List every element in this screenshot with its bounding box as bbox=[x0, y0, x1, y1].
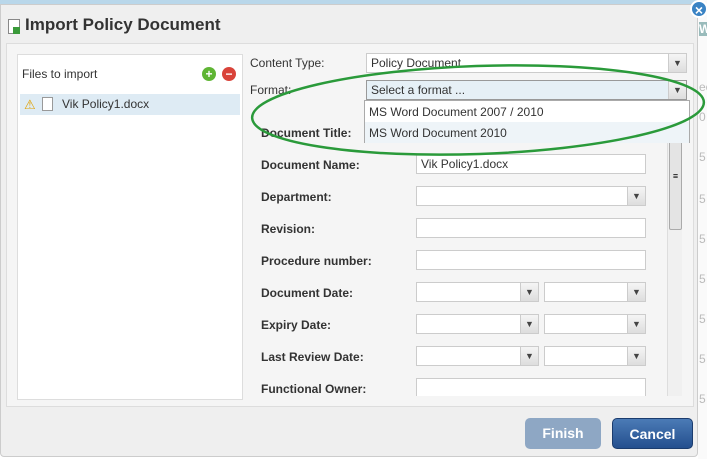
chevron-down-icon: ▼ bbox=[520, 347, 538, 365]
remove-file-button[interactable]: − bbox=[222, 67, 236, 81]
finish-button[interactable]: Finish bbox=[525, 418, 601, 449]
document-name-value: Vik Policy1.docx bbox=[421, 157, 509, 171]
revision-label: Revision: bbox=[261, 222, 316, 236]
last-review-date-label: Last Review Date: bbox=[261, 350, 364, 364]
add-file-button[interactable]: + bbox=[202, 67, 216, 81]
files-header: Files to import bbox=[22, 67, 98, 81]
format-label: Format: bbox=[250, 83, 292, 97]
chevron-down-icon: ▼ bbox=[627, 347, 645, 365]
files-panel: Files to import + − ⚠ Vik Policy1.docx bbox=[17, 54, 243, 400]
document-name-label: Document Name: bbox=[261, 158, 360, 172]
procedure-number-label: Procedure number: bbox=[261, 254, 372, 268]
chevron-down-icon: ▼ bbox=[668, 54, 686, 72]
chevron-down-icon: ▼ bbox=[520, 283, 538, 301]
document-date-select[interactable]: ▼ bbox=[416, 282, 539, 302]
document-icon bbox=[42, 97, 53, 111]
content-type-select[interactable]: Policy Document ▼ bbox=[366, 53, 687, 73]
format-option[interactable]: MS Word Document 2010 bbox=[365, 122, 689, 143]
last-review-date-time-select[interactable]: ▼ bbox=[544, 346, 646, 366]
format-select[interactable]: Select a format ... ▼ bbox=[366, 80, 687, 100]
last-review-date-select[interactable]: ▼ bbox=[416, 346, 539, 366]
format-dropdown-list: MS Word Document 2007 / 2010 MS Word Doc… bbox=[364, 100, 690, 143]
document-date-time-select[interactable]: ▼ bbox=[544, 282, 646, 302]
close-icon[interactable]: × bbox=[690, 0, 707, 18]
format-option[interactable]: MS Word Document 2007 / 2010 bbox=[365, 101, 689, 122]
department-select[interactable]: ▼ bbox=[416, 186, 646, 206]
procedure-number-input[interactable] bbox=[416, 250, 646, 270]
expiry-date-select[interactable]: ▼ bbox=[416, 314, 539, 334]
background-page: W ec 0 5 5 5 5 5 5 5 bbox=[698, 0, 707, 459]
dialog-title: Import Policy Document bbox=[25, 15, 221, 34]
chevron-down-icon: ▼ bbox=[627, 283, 645, 301]
expiry-date-time-select[interactable]: ▼ bbox=[544, 314, 646, 334]
cancel-button[interactable]: Cancel bbox=[612, 418, 693, 449]
department-label: Department: bbox=[261, 190, 332, 204]
document-date-label: Document Date: bbox=[261, 286, 354, 300]
revision-input[interactable] bbox=[416, 218, 646, 238]
content-type-value: Policy Document bbox=[371, 56, 462, 70]
document-title-label: Document Title: bbox=[261, 126, 352, 140]
chevron-down-icon: ▼ bbox=[627, 187, 645, 205]
functional-owner-label: Functional Owner: bbox=[261, 382, 367, 396]
scrollbar-thumb[interactable]: ≡ bbox=[669, 140, 682, 230]
document-name-input[interactable]: Vik Policy1.docx bbox=[416, 154, 646, 174]
expiry-date-label: Expiry Date: bbox=[261, 318, 332, 332]
chevron-down-icon: ▼ bbox=[627, 315, 645, 333]
file-name: Vik Policy1.docx bbox=[62, 97, 150, 111]
functional-owner-input[interactable] bbox=[416, 378, 646, 396]
warning-icon: ⚠ bbox=[24, 97, 36, 112]
chevron-down-icon: ▼ bbox=[668, 81, 686, 99]
content-type-label: Content Type: bbox=[250, 56, 325, 70]
format-value: Select a format ... bbox=[371, 83, 466, 97]
file-list-item[interactable]: ⚠ Vik Policy1.docx bbox=[20, 94, 240, 115]
chevron-down-icon: ▼ bbox=[520, 315, 538, 333]
form-scrollbar[interactable]: ≡ bbox=[667, 140, 682, 396]
import-document-icon bbox=[8, 19, 20, 34]
